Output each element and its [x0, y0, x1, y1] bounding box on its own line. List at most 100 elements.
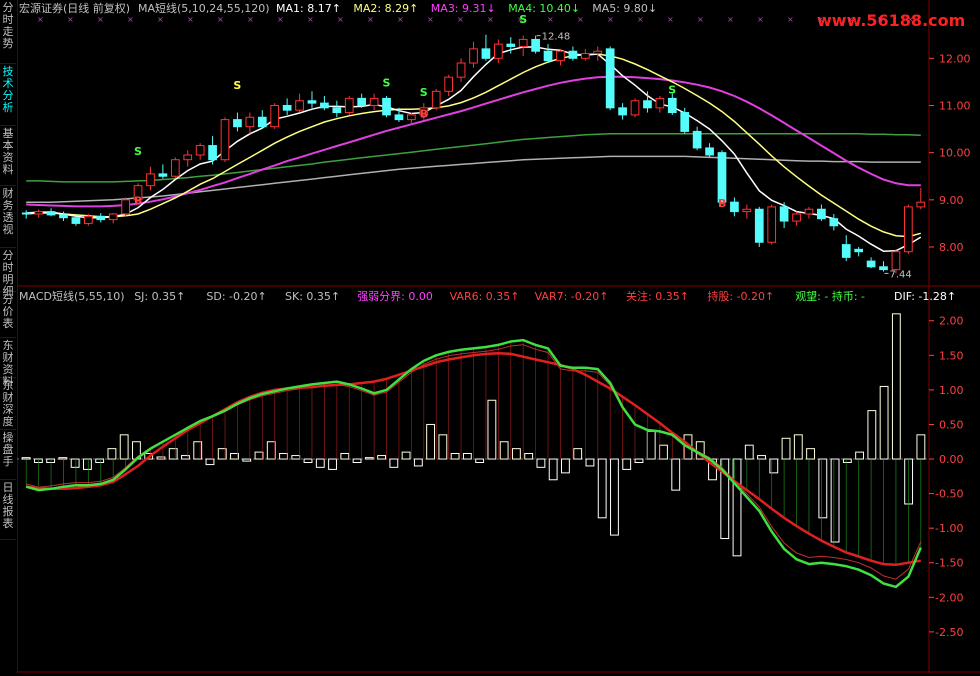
top-marker: × [577, 15, 584, 24]
candle-body [344, 97, 354, 114]
candle-body [531, 38, 540, 52]
macd-bar [671, 458, 681, 491]
candle [456, 58, 466, 82]
candle-body [183, 154, 193, 161]
candle [493, 39, 503, 64]
candle-body [208, 145, 217, 161]
macd-bar [426, 423, 436, 460]
macd-bar [548, 458, 558, 481]
sidebar-tab-7[interactable]: 东财深度 [0, 378, 16, 430]
top-marker: × [877, 15, 884, 24]
candle-body [916, 201, 926, 208]
candle-body [792, 213, 801, 222]
macd-bar [364, 457, 374, 460]
signal-s: S [519, 13, 527, 26]
candle [643, 91, 652, 113]
macd-bar [291, 455, 301, 460]
ma-label-1: MA1: 8.17↑ [276, 2, 341, 15]
candle [655, 96, 665, 113]
candle-body [257, 116, 267, 128]
macd-bar [610, 458, 619, 536]
ma-label-2: MA2: 8.29↑ [353, 2, 418, 15]
watermark: www.56188.com [817, 11, 965, 30]
macd-bar [389, 458, 399, 468]
macd-bar [70, 458, 80, 468]
sidebar-tab-1[interactable]: 技术分析 [0, 64, 16, 126]
top-marker: × [307, 15, 314, 24]
macd-header-2: SD: -0.20↑ [206, 290, 266, 303]
candle [320, 96, 329, 111]
candle-body [891, 251, 901, 271]
candle [220, 117, 230, 163]
candle-body [655, 97, 665, 109]
sidebar-tab-2[interactable]: 基本资料 [0, 126, 16, 186]
sidebar-tab-0[interactable]: 分时走势 [0, 0, 16, 64]
candle-body [456, 62, 466, 78]
candle-body [543, 50, 553, 62]
macd-bar [511, 448, 521, 460]
price-tick-label: 11.00 [939, 99, 971, 112]
top-marker: × [337, 15, 344, 24]
price-tick-label: 9.00 [939, 194, 964, 207]
macd-header-9: 观望: - 持币: - [795, 289, 865, 303]
candle-body [904, 206, 913, 253]
macd-header-6: VAR7: -0.20↑ [535, 290, 609, 303]
macd-bar [891, 313, 901, 460]
sidebar-tab-9[interactable]: 日线报表 [0, 480, 16, 540]
candle-body [705, 147, 714, 156]
macd-header-8: 持股: -0.20↑ [707, 289, 774, 303]
candle-body [829, 218, 839, 227]
candle [208, 136, 217, 165]
sidebar-tab-3[interactable]: 财务透视 [0, 186, 16, 248]
macd-tick-label: 2.00 [939, 315, 964, 328]
macd-bar [21, 457, 31, 460]
top-marker: × [247, 15, 254, 24]
macd-bar [450, 452, 460, 460]
signal-s: S [233, 79, 241, 92]
top-marker: × [277, 15, 284, 24]
ma-label-5: MA5: 9.80↓ [592, 2, 657, 15]
candle-body [580, 53, 590, 59]
sidebar-tab-4[interactable]: 分时明细 [0, 248, 16, 298]
macd-bar [438, 434, 448, 460]
sidebar-tab-6[interactable]: 东财资料 [0, 338, 16, 388]
price-tick-label: 10.00 [939, 147, 971, 160]
candle-body [170, 159, 180, 177]
macd-bar [916, 434, 926, 460]
price-tick-label: 8.00 [939, 241, 964, 254]
candle-body [158, 173, 168, 177]
sidebar-tab-5[interactable]: 分价表 [0, 292, 16, 338]
top-marker: × [817, 15, 824, 24]
candle-body [220, 119, 230, 161]
signal-b: B [420, 107, 428, 120]
candle-body [369, 97, 379, 106]
candle-body [730, 201, 739, 213]
sidebar-tab-8[interactable]: 操盘手 [0, 430, 16, 480]
ma-label-3: MA3: 9.31↓ [431, 2, 496, 15]
macd-bar [561, 458, 570, 474]
top-marker: × [787, 15, 794, 24]
candle [630, 98, 640, 118]
candle-body [779, 206, 789, 222]
candle-body [121, 199, 130, 215]
top-marker: × [667, 15, 674, 24]
macd-bar [769, 458, 779, 474]
candle-body [506, 43, 516, 48]
candle [817, 204, 826, 222]
candle-body [742, 208, 752, 213]
macd-bar [659, 444, 668, 460]
candle-body [643, 100, 652, 109]
chart-area: 宏源证券(日线 前复权) MA短线(5,10,24,55,120) www.56… [17, 0, 980, 673]
top-marker: × [397, 15, 404, 24]
macd-header-3: SK: 0.35↑ [285, 290, 340, 303]
candle [195, 143, 205, 160]
macd-bar [58, 457, 68, 460]
candle [829, 213, 839, 231]
macd-bar [867, 410, 877, 460]
macd-tick-label: 0.50 [939, 418, 964, 431]
macd-bar [781, 437, 791, 460]
candle-body [96, 215, 106, 221]
candle-body [593, 50, 603, 55]
candle [183, 150, 193, 167]
candle-body [146, 173, 155, 187]
